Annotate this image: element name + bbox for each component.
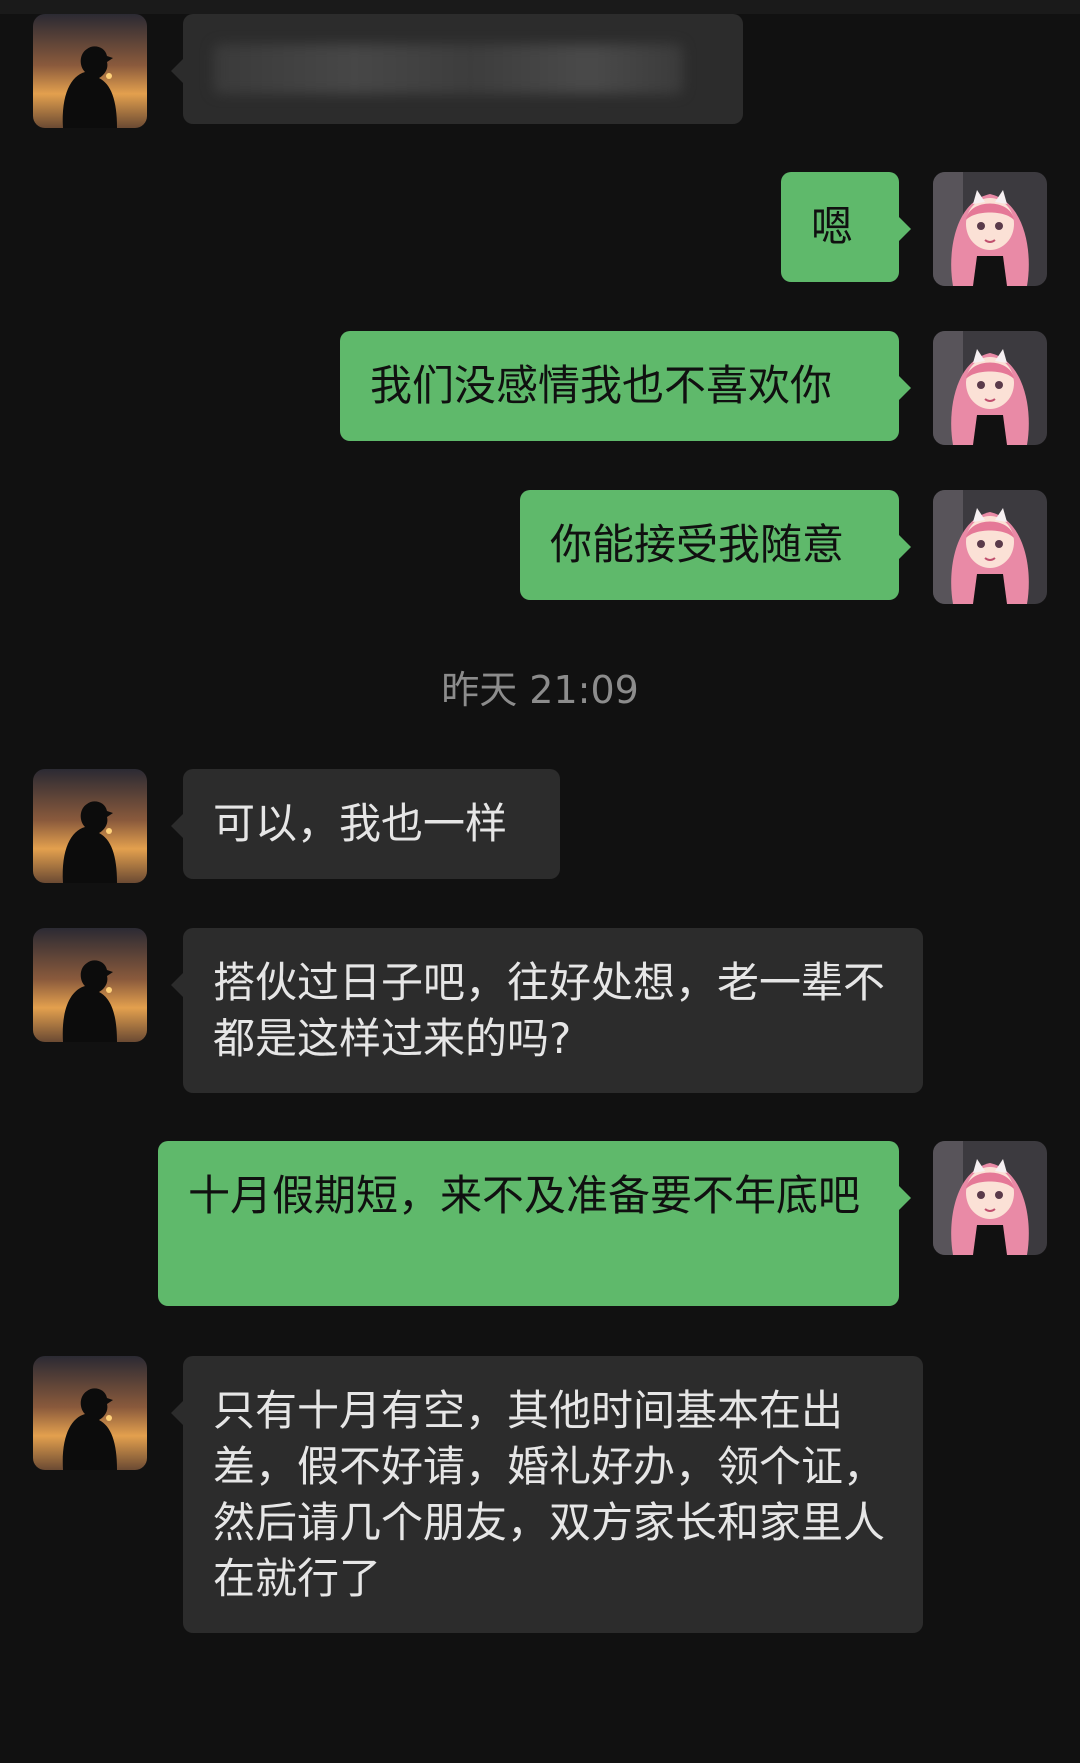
chat-timestamp: 昨天 21:09 [441, 668, 639, 712]
message-text: 嗯 [811, 202, 854, 251]
message-text: 可以，我也一样 [213, 799, 508, 848]
message-text: 我们没感情我也不喜欢你 [370, 361, 833, 410]
message-bubble-outgoing[interactable]: 十月假期短，来不及准备要不年底吧 [158, 1141, 911, 1306]
message-bubble-incoming[interactable] [171, 14, 743, 124]
contact-avatar-icon[interactable] [33, 1356, 147, 1470]
message-bubble-outgoing[interactable]: 你能接受我随意 [520, 490, 911, 600]
blurred-message-text [213, 44, 683, 94]
self-avatar-icon[interactable] [933, 172, 1047, 286]
self-avatar-icon[interactable] [933, 331, 1047, 445]
status-strip [0, 0, 1080, 14]
message-text: 只有十月有空，其他时间基本在出差，假不好请，婚礼好办，领个证，然后请几个朋友，双… [213, 1386, 886, 1603]
message-text: 十月假期短，来不及准备要不年底吧 [188, 1171, 861, 1220]
self-avatar-icon[interactable] [933, 1141, 1047, 1255]
contact-avatar-icon[interactable] [33, 14, 147, 128]
message-bubble-incoming[interactable]: 可以，我也一样 [171, 769, 560, 879]
message-text: 搭伙过日子吧，往好处想，老一辈不都是这样过来的吗? [213, 958, 886, 1063]
message-bubble-outgoing[interactable]: 嗯 [781, 172, 911, 282]
contact-avatar-icon[interactable] [33, 928, 147, 1042]
self-avatar-icon[interactable] [933, 490, 1047, 604]
contact-avatar-icon[interactable] [33, 769, 147, 883]
message-text: 你能接受我随意 [550, 520, 845, 569]
message-bubble-outgoing[interactable]: 我们没感情我也不喜欢你 [340, 331, 911, 441]
message-bubble-incoming[interactable]: 只有十月有空，其他时间基本在出差，假不好请，婚礼好办，领个证，然后请几个朋友，双… [171, 1356, 923, 1633]
message-bubble-incoming[interactable]: 搭伙过日子吧，往好处想，老一辈不都是这样过来的吗? [171, 928, 923, 1093]
